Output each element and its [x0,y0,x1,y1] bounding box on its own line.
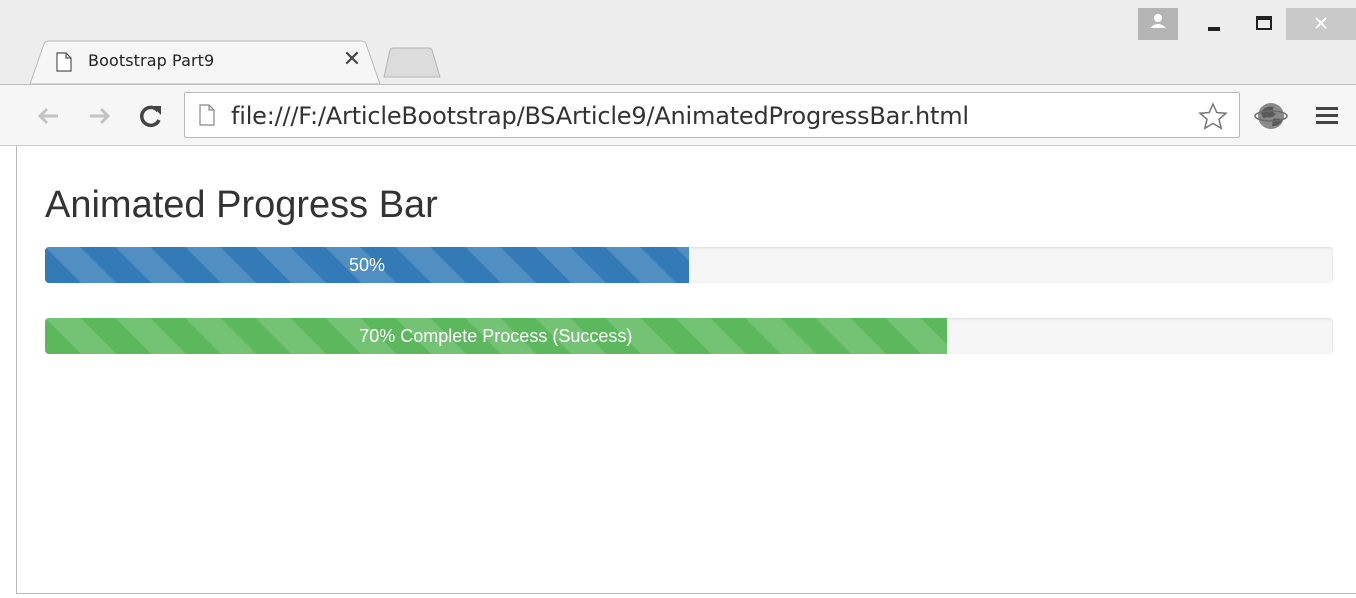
tab-strip: Bootstrap Part9 ✕ [0,0,1356,84]
tab-title: Bootstrap Part9 [88,51,215,70]
page-icon [56,52,72,72]
new-tab-button[interactable] [380,47,442,79]
browser-toolbar: file:///F:/ArticleBootstrap/BSArticle9/A… [0,84,1356,146]
progress-bar-track: 50% [45,247,1333,283]
close-icon [1315,17,1327,29]
reload-icon[interactable] [136,101,166,131]
minimize-icon [1208,27,1220,31]
profile-icon [1150,14,1166,28]
page-title: Animated Progress Bar [45,184,438,226]
progress-bar-fill: 70% Complete Process (Success) [45,318,947,354]
minimize-button[interactable] [1194,8,1234,40]
progress-bar-label: 70% Complete Process (Success) [359,326,633,346]
url-text: file:///F:/ArticleBootstrap/BSArticle9/A… [231,102,969,130]
back-arrow-icon[interactable] [34,101,64,131]
address-bar[interactable]: file:///F:/ArticleBootstrap/BSArticle9/A… [184,92,1240,138]
star-icon[interactable] [1198,102,1228,130]
extension-icon[interactable] [1254,99,1288,133]
progress-bar-fill: 50% [45,247,689,283]
maximize-icon [1256,16,1272,30]
progress-bar-label: 50% [348,255,386,275]
menu-icon[interactable] [1314,103,1340,129]
window-close-button[interactable] [1286,8,1356,40]
profile-button[interactable] [1138,8,1178,40]
browser-window: Bootstrap Part9 ✕ file:///F:/ArticleBoot… [0,0,1356,598]
tab-close-icon[interactable]: ✕ [340,48,364,72]
browser-tab[interactable]: Bootstrap Part9 ✕ [30,40,380,84]
maximize-button[interactable] [1244,8,1284,40]
progress-bar-track: 70% Complete Process (Success) [45,318,1333,354]
page-icon [199,104,215,126]
forward-arrow-icon[interactable] [84,101,114,131]
page-content: Animated Progress Bar 50% 70% Complete P… [16,146,1356,594]
